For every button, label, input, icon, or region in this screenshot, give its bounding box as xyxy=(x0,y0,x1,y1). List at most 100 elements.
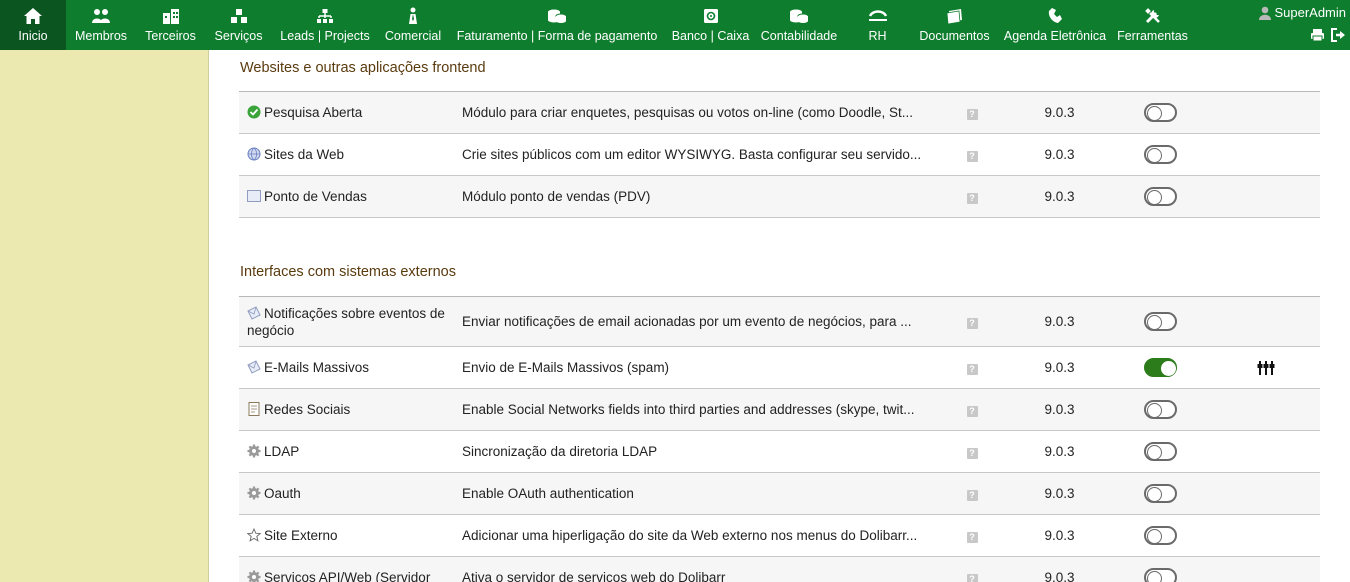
module-version: 9.0.3 xyxy=(984,133,1135,176)
nav-leads-projects[interactable]: Leads | Projects xyxy=(272,0,378,50)
nav-faturamento[interactable]: Faturamento | Forma de pagamento xyxy=(448,0,666,50)
module-description: Módulo ponto de vendas (PDV) xyxy=(455,175,960,218)
config-cell xyxy=(1247,472,1320,515)
toggle-cell xyxy=(1135,472,1247,515)
help-icon[interactable]: ? xyxy=(966,193,978,204)
module-name-cell: Ponto de Vendas xyxy=(239,175,455,218)
user-actions xyxy=(1310,28,1346,42)
nav-comercial[interactable]: Comercial xyxy=(378,0,448,50)
module-toggle-off[interactable] xyxy=(1144,145,1177,164)
table-row: E-Mails Massivos Envio de E-Mails Massiv… xyxy=(239,346,1320,389)
nav-agenda-eletronica[interactable]: Agenda Eletrônica xyxy=(997,0,1113,50)
nav-servicos-label: Serviços xyxy=(214,29,263,43)
module-version: 9.0.3 xyxy=(984,175,1135,218)
nav-membros[interactable]: Membros xyxy=(66,0,136,50)
help-cell: ? xyxy=(960,556,984,582)
config-cell xyxy=(1247,91,1320,134)
module-toggle-off[interactable] xyxy=(1144,484,1177,503)
toggle-cell xyxy=(1135,296,1247,347)
module-version: 9.0.3 xyxy=(984,430,1135,473)
nav-rh[interactable]: RH xyxy=(843,0,912,50)
nav-terceiros-label: Terceiros xyxy=(145,29,196,43)
nav-rh-label: RH xyxy=(868,29,887,43)
module-name: Redes Sociais xyxy=(264,402,351,417)
user-area: SuperAdmin xyxy=(1246,0,1350,50)
help-cell: ? xyxy=(960,388,984,431)
module-version: 9.0.3 xyxy=(984,388,1135,431)
help-cell: ? xyxy=(960,472,984,515)
module-description: Crie sites públicos com um editor WYSIWY… xyxy=(455,133,960,176)
module-toggle-off[interactable] xyxy=(1144,400,1177,419)
section-title-websites: Websites e outras aplicações frontend xyxy=(240,60,486,76)
module-version: 9.0.3 xyxy=(984,514,1135,557)
module-name-cell: E-Mails Massivos xyxy=(239,346,455,389)
module-name: Site Externo xyxy=(264,528,338,543)
help-icon[interactable]: ? xyxy=(966,532,978,543)
help-icon[interactable]: ? xyxy=(966,406,978,417)
module-name-cell: Pesquisa Aberta xyxy=(239,91,455,134)
user-menu[interactable]: SuperAdmin xyxy=(1259,5,1346,20)
help-icon[interactable]: ? xyxy=(966,109,978,120)
config-cell xyxy=(1247,388,1320,431)
nav-faturamento-label: Faturamento | Forma de pagamento xyxy=(456,29,658,43)
module-description: Enable Social Networks fields into third… xyxy=(455,388,960,431)
help-icon[interactable]: ? xyxy=(966,574,978,582)
check-circle-icon xyxy=(247,105,261,119)
help-icon[interactable]: ? xyxy=(966,151,978,162)
document-icon xyxy=(248,402,260,416)
nav-banco-caixa[interactable]: Banco | Caixa xyxy=(666,0,755,50)
config-cell xyxy=(1247,175,1320,218)
table-row: Notificações sobre eventos de negócio En… xyxy=(239,296,1320,347)
nav-terceiros[interactable]: Terceiros xyxy=(136,0,205,50)
toggle-cell xyxy=(1135,430,1247,473)
nav-inicio[interactable]: Inicio xyxy=(0,0,66,50)
nav-ferramentas-label: Ferramentas xyxy=(1117,29,1188,43)
user-name: SuperAdmin xyxy=(1274,5,1346,20)
module-name-cell: Oauth xyxy=(239,472,455,515)
print-icon[interactable] xyxy=(1310,28,1325,42)
module-toggle-off[interactable] xyxy=(1144,442,1177,461)
help-icon[interactable]: ? xyxy=(966,490,978,501)
email-icon xyxy=(247,360,261,374)
module-toggle-off[interactable] xyxy=(1144,312,1177,331)
section-title-interfaces: Interfaces com sistemas externos xyxy=(240,264,456,280)
help-icon[interactable]: ? xyxy=(966,318,978,329)
module-name: Ponto de Vendas xyxy=(264,189,367,204)
module-version: 9.0.3 xyxy=(984,296,1135,347)
module-name: Notificações sobre eventos de negócio xyxy=(247,305,445,338)
table-row: Site Externo Adicionar uma hiperligação … xyxy=(239,514,1320,557)
table-row: Oauth Enable OAuth authentication ? 9.0.… xyxy=(239,472,1320,515)
help-icon[interactable]: ? xyxy=(966,364,978,375)
modules-table-interfaces: Notificações sobre eventos de negócio En… xyxy=(239,296,1320,582)
nav-documentos[interactable]: Documentos xyxy=(912,0,997,50)
toggle-cell xyxy=(1135,388,1247,431)
toggle-cell xyxy=(1135,91,1247,134)
building-icon xyxy=(162,6,180,26)
tools-icon xyxy=(1144,6,1162,26)
module-description: Enable OAuth authentication xyxy=(455,472,960,515)
accounting-icon xyxy=(789,6,809,26)
help-icon[interactable]: ? xyxy=(966,448,978,459)
module-toggle-on[interactable] xyxy=(1144,358,1177,377)
home-icon xyxy=(23,6,43,26)
module-name-cell: Sites da Web xyxy=(239,133,455,176)
email-icon xyxy=(247,305,261,320)
module-toggle-off[interactable] xyxy=(1144,526,1177,545)
setup-sliders-icon[interactable] xyxy=(1257,360,1275,376)
module-toggle-off[interactable] xyxy=(1144,187,1177,206)
services-icon xyxy=(230,6,248,26)
table-row: Sites da Web Crie sites públicos com um … xyxy=(239,133,1320,176)
module-toggle-off[interactable] xyxy=(1144,568,1177,582)
help-cell: ? xyxy=(960,514,984,557)
toggle-cell xyxy=(1135,346,1247,389)
nav-contabilidade[interactable]: Contabilidade xyxy=(755,0,843,50)
toggle-cell xyxy=(1135,133,1247,176)
module-toggle-off[interactable] xyxy=(1144,103,1177,122)
nav-servicos[interactable]: Serviços xyxy=(205,0,272,50)
module-name-cell: LDAP xyxy=(239,430,455,473)
table-row: Ponto de Vendas Módulo ponto de vendas (… xyxy=(239,175,1320,218)
logout-icon[interactable] xyxy=(1331,28,1346,42)
star-icon xyxy=(247,528,261,542)
module-description: Adicionar uma hiperligação do site da We… xyxy=(455,514,960,557)
nav-ferramentas[interactable]: Ferramentas xyxy=(1113,0,1192,50)
